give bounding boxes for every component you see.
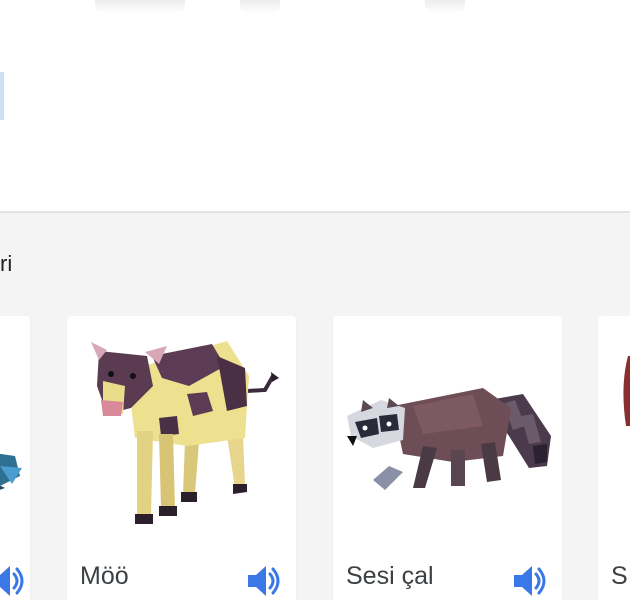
section-heading: ri (0, 251, 13, 276)
speaker-icon[interactable] (0, 562, 26, 600)
search-header-panel (0, 0, 630, 213)
bird-image (0, 453, 22, 490)
card-caption: Sesi çal (346, 562, 434, 590)
card-caption: S (611, 562, 628, 590)
animal-card-cow[interactable] (67, 316, 296, 600)
animal-card[interactable] (0, 316, 30, 600)
animal-card-raccoon[interactable] (333, 316, 562, 600)
speaker-icon[interactable] (244, 562, 282, 600)
header-tab-shadow (240, 0, 280, 14)
left-edge-element (0, 72, 4, 120)
speaker-icon[interactable] (510, 562, 548, 600)
header-tab-shadow (425, 0, 465, 14)
animal-card[interactable] (598, 316, 630, 600)
header-tab-shadow (95, 0, 185, 14)
page: ri Möö Sesi çal S (0, 0, 630, 600)
animal-image (623, 356, 630, 426)
cow-image (91, 341, 279, 524)
raccoon-image (347, 388, 551, 490)
card-caption: Möö (80, 562, 129, 590)
